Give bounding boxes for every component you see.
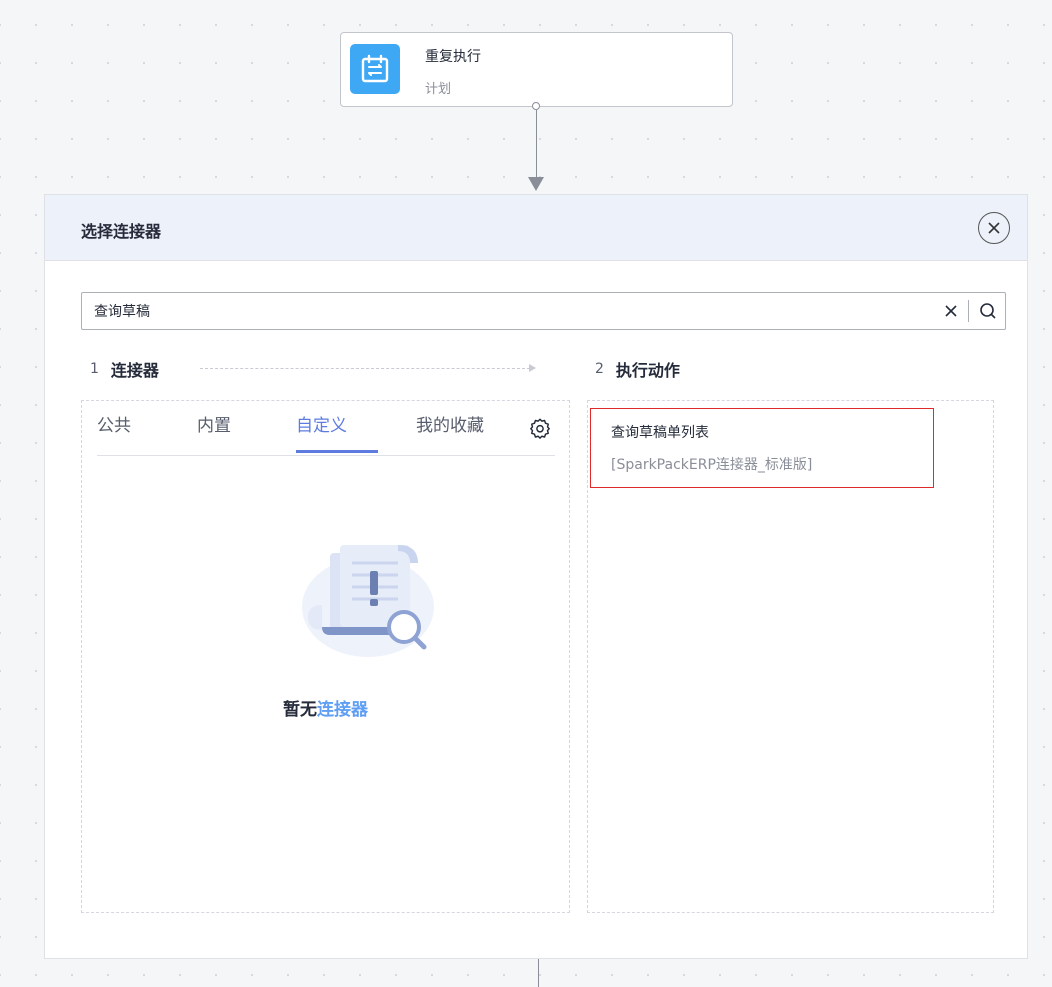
gear-icon[interactable] bbox=[529, 417, 551, 439]
calendar-schedule-icon bbox=[350, 44, 400, 94]
step-number: 2 bbox=[595, 361, 604, 377]
trigger-title: 重复执行 bbox=[425, 49, 481, 65]
tab-favorites[interactable]: 我的收藏 bbox=[416, 411, 484, 436]
search-box bbox=[81, 292, 1006, 330]
action-connector-name: [SparkPackERP连接器_标准版] bbox=[611, 457, 813, 473]
clear-icon[interactable] bbox=[943, 303, 959, 319]
action-list-box: 查询草稿单列表 [SparkPackERP连接器_标准版] bbox=[587, 400, 994, 913]
empty-state-text: 暂无连接器 bbox=[82, 695, 569, 720]
action-name: 查询草稿单列表 bbox=[611, 425, 709, 441]
action-item[interactable]: 查询草稿单列表 [SparkPackERP连接器_标准版] bbox=[590, 408, 934, 488]
empty-search-illustration bbox=[302, 545, 434, 657]
empty-state-prefix: 暂无 bbox=[283, 700, 317, 720]
connector-tabs: 公共 内置 自定义 我的收藏 bbox=[97, 401, 555, 456]
tab-custom[interactable]: 自定义 bbox=[296, 411, 347, 436]
trigger-node[interactable]: 重复执行 计划 bbox=[340, 32, 733, 107]
tab-public[interactable]: 公共 bbox=[97, 411, 131, 436]
arrow-down-icon bbox=[528, 177, 544, 191]
trigger-subtitle: 计划 bbox=[425, 82, 452, 97]
arrow-right-icon bbox=[529, 364, 536, 372]
search-icon[interactable] bbox=[979, 302, 997, 320]
step-label: 连接器 bbox=[110, 361, 159, 380]
step-connector: 1 连接器 bbox=[90, 357, 159, 381]
panel-header: 选择连接器 bbox=[45, 195, 1027, 261]
connector-line bbox=[536, 110, 537, 178]
select-connector-panel: 选择连接器 1 连接器 2 执行动作 公共 内置 bbox=[44, 194, 1028, 959]
step-label: 执行动作 bbox=[615, 361, 680, 380]
tab-builtin[interactable]: 内置 bbox=[197, 411, 231, 436]
step-number: 1 bbox=[90, 361, 99, 377]
close-icon bbox=[988, 222, 1000, 234]
step-divider bbox=[200, 368, 530, 369]
active-tab-indicator bbox=[296, 450, 378, 453]
step-action: 2 执行动作 bbox=[595, 357, 680, 381]
empty-state-link[interactable]: 连接器 bbox=[317, 700, 368, 720]
connection-port[interactable] bbox=[532, 102, 540, 110]
connector-line-bottom bbox=[538, 958, 539, 987]
search-divider bbox=[968, 300, 969, 322]
connector-list-box: 公共 内置 自定义 我的收藏 暂无连接器 bbox=[81, 400, 570, 913]
panel-title: 选择连接器 bbox=[81, 222, 162, 241]
search-input[interactable] bbox=[94, 293, 914, 329]
close-button[interactable] bbox=[978, 212, 1010, 244]
